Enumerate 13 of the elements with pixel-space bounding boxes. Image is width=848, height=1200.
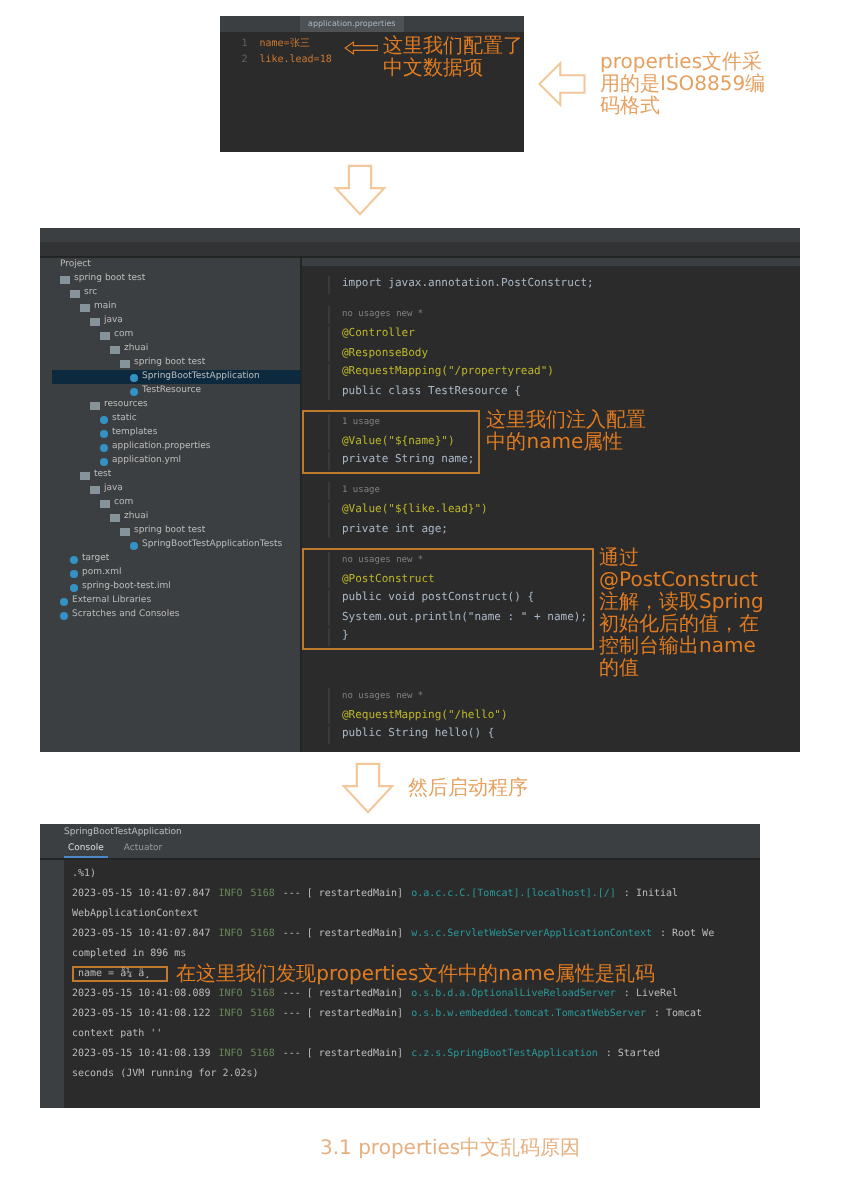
step-note: 然后启动程序 xyxy=(408,775,528,802)
arrow-icon xyxy=(332,164,388,216)
arrow-icon xyxy=(536,58,588,110)
arrow-icon xyxy=(343,40,379,56)
arrow-icon xyxy=(340,762,396,814)
annotation-note: 在这里我们发现properties文件中的name属性是乱码 xyxy=(176,961,656,987)
caption: 3.1 properties中文乱码原因 xyxy=(320,1135,581,1162)
annotation-note: 这里我们注入配置中的name属性 xyxy=(486,409,649,453)
annotation-note: properties文件采用的是ISO8859编码格式 xyxy=(600,51,768,117)
folder-icon xyxy=(90,401,100,409)
file-icon xyxy=(130,541,138,549)
annotation-note: 通过@PostConstruct注解，读取Spring初始化后的值，在控制台输出name的值 xyxy=(599,547,766,679)
annotation-note: 这里我们配置了中文数据项 xyxy=(382,36,524,80)
